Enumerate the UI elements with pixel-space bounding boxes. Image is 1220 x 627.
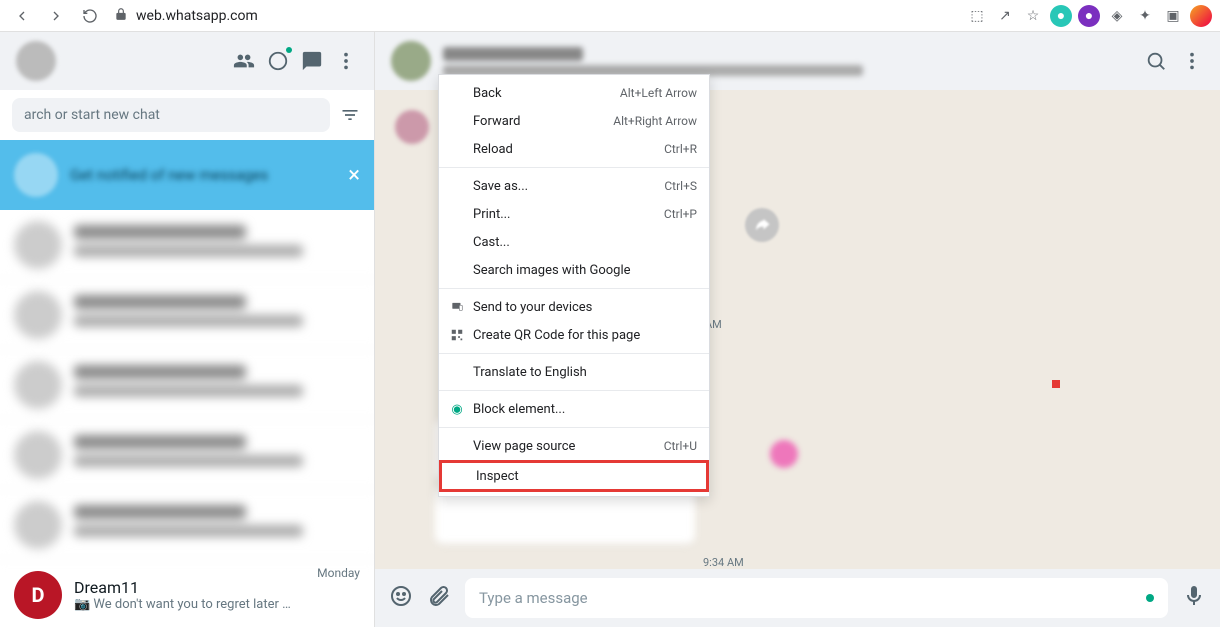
ctx-reload[interactable]: ReloadCtrl+R <box>439 135 709 163</box>
user-avatar[interactable] <box>16 41 56 81</box>
ctx-block[interactable]: ◉Block element... <box>439 395 709 423</box>
ctx-view-source[interactable]: View page sourceCtrl+U <box>439 432 709 460</box>
new-chat-icon[interactable] <box>300 49 324 73</box>
message-input[interactable]: Type a message <box>465 578 1168 618</box>
ctx-search-images[interactable]: Search images with Google <box>439 256 709 284</box>
ublock-icon: ◉ <box>449 401 465 417</box>
sidebar-header <box>0 32 374 90</box>
nav-forward-button[interactable] <box>42 2 70 30</box>
message-avatar <box>770 440 798 468</box>
ctx-saveas[interactable]: Save as...Ctrl+S <box>439 172 709 200</box>
annotation-marker <box>1052 380 1060 388</box>
message-composer: Type a message <box>375 569 1220 627</box>
url-text: web.whatsapp.com <box>136 8 258 24</box>
chat-name: Dream11 <box>74 578 305 597</box>
communities-icon[interactable] <box>232 49 256 73</box>
ctx-qr[interactable]: Create QR Code for this page <box>439 321 709 349</box>
devices-icon <box>449 299 465 315</box>
context-menu: BackAlt+Left Arrow ForwardAlt+Right Arro… <box>438 74 710 497</box>
message-timestamp: 9:34 AM <box>703 556 744 569</box>
composer-placeholder: Type a message <box>479 589 588 607</box>
nav-reload-button[interactable] <box>76 2 104 30</box>
menu-icon[interactable] <box>334 49 358 73</box>
chat-avatar: D <box>14 571 62 619</box>
chat-item[interactable] <box>0 420 374 490</box>
chat-menu-icon[interactable] <box>1180 49 1204 73</box>
search-placeholder: arch or start new chat <box>24 107 160 123</box>
profile-avatar-icon[interactable] <box>1190 5 1212 27</box>
nav-back-button[interactable] <box>8 2 36 30</box>
extensions-puzzle-icon[interactable]: ✦ <box>1134 5 1156 27</box>
chat-item[interactable] <box>0 280 374 350</box>
chat-item[interactable] <box>0 490 374 560</box>
forward-icon[interactable] <box>745 208 779 242</box>
extension-p-icon[interactable]: ● <box>1078 5 1100 27</box>
qr-icon <box>449 327 465 343</box>
ctx-inspect[interactable]: Inspect <box>442 463 706 489</box>
ctx-separator <box>439 167 709 168</box>
status-icon[interactable] <box>266 49 290 73</box>
message-avatar <box>395 110 429 144</box>
ctx-print[interactable]: Print...Ctrl+P <box>439 200 709 228</box>
browser-toolbar: web.whatsapp.com ⬚ ↗ ☆ ● ● ◈ ✦ ▣ <box>0 0 1220 32</box>
emoji-icon[interactable] <box>389 584 413 612</box>
chat-header-avatar <box>391 41 431 81</box>
window-icon[interactable]: ▣ <box>1162 5 1184 27</box>
ctx-send-devices[interactable]: Send to your devices <box>439 293 709 321</box>
input-indicator <box>1146 594 1154 602</box>
mic-icon[interactable] <box>1182 584 1206 612</box>
chat-sidebar: arch or start new chat Get notified of n… <box>0 32 375 627</box>
ctx-separator <box>439 288 709 289</box>
ctx-cast[interactable]: Cast... <box>439 228 709 256</box>
chat-item-dream11[interactable]: D Dream11 📷 We don't want you to regret … <box>0 560 374 627</box>
chat-preview: 📷 We don't want you to regret later 🧍👎 J… <box>74 597 305 612</box>
address-bar[interactable]: web.whatsapp.com <box>114 6 258 25</box>
ctx-forward[interactable]: ForwardAlt+Right Arrow <box>439 107 709 135</box>
chat-time: Monday <box>317 566 360 580</box>
ctx-translate[interactable]: Translate to English <box>439 358 709 386</box>
attach-icon[interactable] <box>427 584 451 612</box>
shield-icon[interactable]: ◈ <box>1106 5 1128 27</box>
filter-icon[interactable] <box>338 103 362 127</box>
extension-c-icon[interactable]: ● <box>1050 5 1072 27</box>
share-icon[interactable]: ↗ <box>994 5 1016 27</box>
ctx-separator <box>439 427 709 428</box>
chat-item[interactable] <box>0 350 374 420</box>
close-icon[interactable]: × <box>348 163 360 188</box>
ctx-separator <box>439 353 709 354</box>
chat-list: D Dream11 📷 We don't want you to regret … <box>0 210 374 627</box>
lock-icon <box>114 6 128 25</box>
install-icon[interactable]: ⬚ <box>966 5 988 27</box>
bell-icon <box>14 153 58 197</box>
banner-text: Get notified of new messages <box>70 166 336 184</box>
ctx-inspect-highlight: Inspect <box>439 460 709 492</box>
search-row: arch or start new chat <box>0 90 374 140</box>
ctx-back[interactable]: BackAlt+Left Arrow <box>439 79 709 107</box>
search-input[interactable]: arch or start new chat <box>12 98 330 132</box>
search-icon[interactable] <box>1144 49 1168 73</box>
notification-banner[interactable]: Get notified of new messages × <box>0 140 374 210</box>
ctx-separator <box>439 390 709 391</box>
star-icon[interactable]: ☆ <box>1022 5 1044 27</box>
chat-item[interactable] <box>0 210 374 280</box>
